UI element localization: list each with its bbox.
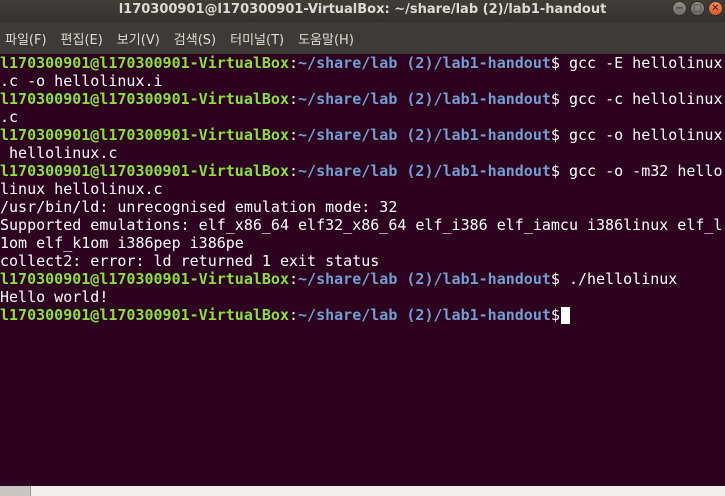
terminal-output-line: .c -o hellolinux.i xyxy=(0,72,163,90)
terminal-output-line: linux hellolinux.c xyxy=(0,180,163,198)
close-button[interactable]: ✕ xyxy=(708,1,723,16)
prompt-command: gcc -E hellolinux xyxy=(559,54,723,72)
terminal-prompt-line: l170300901@l170300901-VirtualBox:~/share… xyxy=(0,270,725,288)
prompt-path: ~/share/lab (2)/lab1-handout xyxy=(298,54,551,72)
menu-edit[interactable]: 편집(E) xyxy=(60,27,104,50)
window-titlebar[interactable]: l170300901@l170300901-VirtualBox: ~/shar… xyxy=(0,0,725,22)
prompt-user-host: l170300901@l170300901-VirtualBox xyxy=(0,90,289,108)
prompt-dollar: $ xyxy=(550,126,560,144)
prompt-command: gcc -o -m32 hello xyxy=(559,162,723,180)
prompt-user-host: l170300901@l170300901-VirtualBox xyxy=(0,270,289,288)
prompt-user-host: l170300901@l170300901-VirtualBox xyxy=(0,126,289,144)
prompt-dollar: $ xyxy=(550,54,560,72)
prompt-user-host: l170300901@l170300901-VirtualBox xyxy=(0,54,289,72)
maximize-button[interactable]: □ xyxy=(690,1,705,16)
prompt-path: ~/share/lab (2)/lab1-handout xyxy=(298,126,551,144)
menu-search[interactable]: 검색(S) xyxy=(173,27,217,50)
terminal-prompt-line: l170300901@l170300901-VirtualBox:~/share… xyxy=(0,126,725,144)
menu-bar: 파일(F) 편집(E) 보기(V) 검색(S) 터미널(T) 도움말(H) xyxy=(0,22,725,54)
prompt-user-host: l170300901@l170300901-VirtualBox xyxy=(0,162,289,180)
terminal-output-line: .c xyxy=(0,108,19,126)
terminal-prompt-line: l170300901@l170300901-VirtualBox:~/share… xyxy=(0,306,725,324)
prompt-path: ~/share/lab (2)/lab1-handout xyxy=(298,306,551,324)
menu-terminal[interactable]: 터미널(T) xyxy=(229,27,285,50)
terminal-prompt-line: l170300901@l170300901-VirtualBox:~/share… xyxy=(0,90,725,108)
terminal-output-line: collect2: error: ld returned 1 exit stat… xyxy=(0,252,380,270)
prompt-dollar: $ xyxy=(550,306,560,324)
window-title: l170300901@l170300901-VirtualBox: ~/shar… xyxy=(118,2,607,17)
terminal-prompt-line: l170300901@l170300901-VirtualBox:~/share… xyxy=(0,162,725,180)
terminal-cursor xyxy=(560,307,570,324)
prompt-colon: : xyxy=(288,162,299,180)
prompt-path: ~/share/lab (2)/lab1-handout xyxy=(298,270,551,288)
window-controls: − □ ✕ xyxy=(672,1,723,16)
terminal-prompt-line: l170300901@l170300901-VirtualBox:~/share… xyxy=(0,54,725,72)
bottom-panel-edge xyxy=(0,486,725,496)
terminal-output[interactable]: l170300901@l170300901-VirtualBox:~/share… xyxy=(0,54,725,486)
prompt-colon: : xyxy=(288,54,299,72)
terminal-output-line: Supported emulations: elf_x86_64 elf32_x… xyxy=(0,216,723,234)
prompt-command: ./hellolinux xyxy=(559,270,678,288)
bottom-panel-edge-left xyxy=(0,486,31,496)
terminal-output-line: hellolinux.c xyxy=(0,144,118,162)
prompt-dollar: $ xyxy=(550,162,560,180)
prompt-path: ~/share/lab (2)/lab1-handout xyxy=(298,162,551,180)
prompt-path: ~/share/lab (2)/lab1-handout xyxy=(298,90,551,108)
prompt-command: gcc -o hellolinux xyxy=(559,126,723,144)
menu-view[interactable]: 보기(V) xyxy=(116,27,161,50)
menu-help[interactable]: 도움말(H) xyxy=(297,27,355,50)
prompt-colon: : xyxy=(288,90,299,108)
prompt-command: gcc -c hellolinux xyxy=(559,90,723,108)
terminal-output-line: Hello world! xyxy=(0,288,109,306)
prompt-colon: : xyxy=(288,126,299,144)
prompt-colon: : xyxy=(288,270,299,288)
terminal-output-line: /usr/bin/ld: unrecognised emulation mode… xyxy=(0,198,398,216)
terminal-output-line: 1om elf_k1om i386pep i386pe xyxy=(0,234,244,252)
prompt-dollar: $ xyxy=(550,90,560,108)
prompt-dollar: $ xyxy=(550,270,560,288)
prompt-colon: : xyxy=(288,306,299,324)
prompt-user-host: l170300901@l170300901-VirtualBox xyxy=(0,306,289,324)
minimize-button[interactable]: − xyxy=(672,1,687,16)
menu-file[interactable]: 파일(F) xyxy=(4,27,48,50)
